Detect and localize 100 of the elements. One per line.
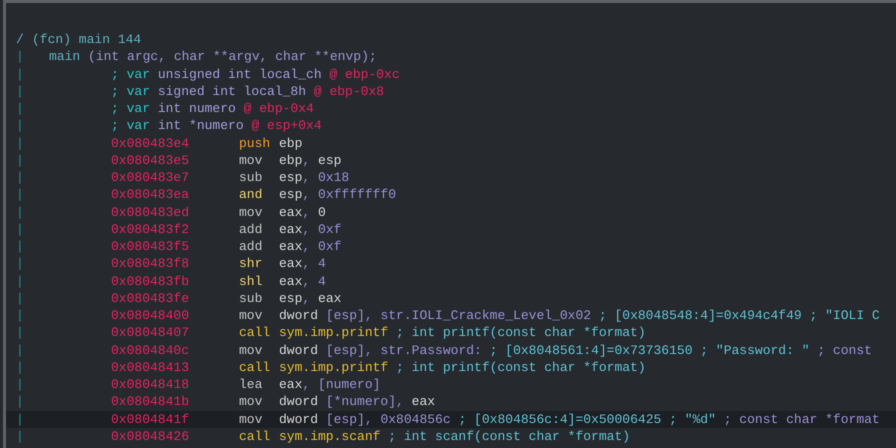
mnemonic: push xyxy=(239,134,272,152)
mnemonic: call xyxy=(239,358,272,376)
operands: eax, 0xf xyxy=(279,220,342,238)
instruction-row[interactable]: | 0x0804841f mov dword [esp], 0x804856c ; [0x804856c:4]=0x50006425 ; "%d" ; const char *format xyxy=(6,410,896,428)
instruction-row[interactable]: | 0x080483f8 shr eax, 4 xyxy=(6,255,896,272)
gutter-mark: | xyxy=(16,272,25,290)
mnemonic: mov xyxy=(239,152,264,169)
instruction-row[interactable]: | 0x0804840c mov dword [esp], str.Password: ; [0x8048561:4]=0x73736150 ; "Password: " ; const xyxy=(6,342,896,359)
address: 0x080483e4 xyxy=(111,134,190,152)
instruction-row[interactable]: | 0x080483ea and esp, 0xfffffff0 xyxy=(6,186,896,204)
mnemonic: mov xyxy=(239,204,264,221)
gutter-mark: | xyxy=(16,358,25,376)
operands: dword [esp], str.IOLI_Crackme_Level_0x02 ; [0x8048548:4]=0x494c4f49 ; "IOLI C xyxy=(279,307,880,324)
instruction-row[interactable]: | 0x080483e5 mov ebp, esp xyxy=(6,152,896,169)
instruction-row[interactable]: | 0x08048413 call sym.imp.printf ; int printf(const char *format) xyxy=(6,358,896,376)
mnemonic: add xyxy=(239,238,264,256)
mnemonic: mov xyxy=(239,307,264,324)
gutter-mark: | xyxy=(16,220,25,238)
gutter-mark: | xyxy=(16,186,25,204)
variable-declaration: ; var unsigned int local_ch @ ebp-0xc xyxy=(111,66,400,83)
address: 0x08048426 xyxy=(111,428,190,445)
operands: dword [esp], 0x804856c ; [0x804856c:4]=0x50006425 ; "%d" ; const char *format xyxy=(279,410,880,428)
address: 0x08048407 xyxy=(111,324,190,342)
mnemonic: call xyxy=(239,324,272,342)
instruction-row[interactable]: | 0x08048426 call sym.imp.scanf ; int scanf(const char *format) xyxy=(6,428,896,445)
gutter-mark: | xyxy=(16,376,25,394)
gutter-mark: | xyxy=(16,410,25,428)
operands: dword [esp], str.Password: ; [0x8048561:4]=0x73736150 ; "Password: " ; const xyxy=(279,342,872,359)
address: 0x080483e5 xyxy=(111,152,190,169)
gutter-mark: | xyxy=(16,428,25,445)
mnemonic: mov xyxy=(239,342,264,359)
operands: sym.imp.scanf ; int scanf(const char *format) xyxy=(279,428,630,445)
gutter-mark: | xyxy=(16,324,25,342)
gutter-mark: | xyxy=(16,393,25,410)
mnemonic: shr xyxy=(239,255,264,272)
instruction-row[interactable]: | 0x080483fe sub esp, eax xyxy=(6,290,896,307)
instruction-row[interactable]: | 0x080483fb shl eax, 4 xyxy=(6,272,896,290)
operands: eax, 0 xyxy=(279,204,326,221)
address: 0x08048400 xyxy=(111,307,190,324)
address: 0x080483ea xyxy=(111,186,190,204)
address: 0x080483f8 xyxy=(111,255,190,272)
mnemonic: mov xyxy=(239,393,264,410)
instruction-row[interactable]: | 0x080483e4 push ebp xyxy=(6,134,896,152)
operands: ebp xyxy=(279,134,302,152)
address: 0x0804840c xyxy=(111,342,190,359)
instruction-row[interactable]: | 0x080483f5 add eax, 0xf xyxy=(6,238,896,256)
gutter-mark: | xyxy=(16,100,25,118)
operands: eax, [numero] xyxy=(279,376,380,394)
instruction-row[interactable]: | 0x080483ed mov eax, 0 xyxy=(6,204,896,221)
instruction-row[interactable]: | 0x0804841b mov dword [*numero], eax xyxy=(6,393,896,410)
operands: esp, 0xfffffff0 xyxy=(279,186,396,204)
gutter-mark: | xyxy=(16,134,25,152)
gutter-mark: | xyxy=(16,82,25,100)
function-signature: main (int argc, char **argv, char **envp); xyxy=(49,48,377,66)
instruction-row[interactable]: | 0x08048407 call sym.imp.printf ; int printf(const char *format) xyxy=(6,324,896,342)
mnemonic: shl xyxy=(239,272,264,290)
variable-declaration: ; var int numero @ ebp-0x4 xyxy=(111,100,314,118)
gutter-mark: | xyxy=(16,307,25,324)
gutter-mark: | xyxy=(16,238,25,256)
instruction-row[interactable]: | 0x080483f2 add eax, 0xf xyxy=(6,220,896,238)
gutter-mark: | xyxy=(16,169,25,186)
operands: sym.imp.printf ; int printf(const char *format) xyxy=(279,358,646,376)
address: 0x08048418 xyxy=(111,376,190,394)
mnemonic: call xyxy=(239,428,272,445)
variable-declaration: ; var int *numero @ esp+0x4 xyxy=(111,117,322,134)
gutter-mark: | xyxy=(16,255,25,272)
address: 0x0804841b xyxy=(111,393,190,410)
gutter-mark: | xyxy=(16,117,25,134)
operands: ebp, esp xyxy=(279,152,342,169)
operands: eax, 4 xyxy=(279,272,326,290)
operands: dword [*numero], eax xyxy=(279,393,436,410)
instruction-row[interactable]: | 0x08048418 lea eax, [numero] xyxy=(6,376,896,394)
function-header: (fcn) main 144 xyxy=(32,31,142,48)
address: 0x080483ed xyxy=(111,204,190,221)
mnemonic: mov xyxy=(239,410,264,428)
operands: sym.imp.printf ; int printf(const char *format) xyxy=(279,324,646,342)
gutter-mark: | xyxy=(16,152,25,169)
address: 0x080483e7 xyxy=(111,169,190,186)
variable-declaration: ; var signed int local_8h @ ebp-0x8 xyxy=(111,82,384,100)
address: 0x080483f2 xyxy=(111,220,190,238)
mnemonic: sub xyxy=(239,290,264,307)
mnemonic: add xyxy=(239,220,264,238)
gutter-mark: | xyxy=(16,66,25,83)
gutter-mark: / xyxy=(16,31,25,48)
address: 0x08048413 xyxy=(111,358,190,376)
mnemonic: sub xyxy=(239,169,264,186)
instruction-row[interactable]: | 0x08048400 mov dword [esp], str.IOLI_Crackme_Level_0x02 ; [0x8048548:4]=0x494c4f49 ; "IOLI C xyxy=(6,307,896,324)
address: 0x080483fb xyxy=(111,272,190,290)
operands: esp, eax xyxy=(279,290,342,307)
address: 0x0804841f xyxy=(111,410,190,428)
operands: esp, 0x18 xyxy=(279,169,350,186)
gutter-mark: | xyxy=(16,48,25,66)
gutter-mark: | xyxy=(16,290,25,307)
gutter-mark: | xyxy=(16,204,25,221)
address: 0x080483fe xyxy=(111,290,190,307)
mnemonic: lea xyxy=(239,376,264,394)
mnemonic: and xyxy=(239,186,264,204)
operands: eax, 0xf xyxy=(279,238,342,256)
instruction-row[interactable]: | 0x080483e7 sub esp, 0x18 xyxy=(6,169,896,186)
address: 0x080483f5 xyxy=(111,238,190,256)
